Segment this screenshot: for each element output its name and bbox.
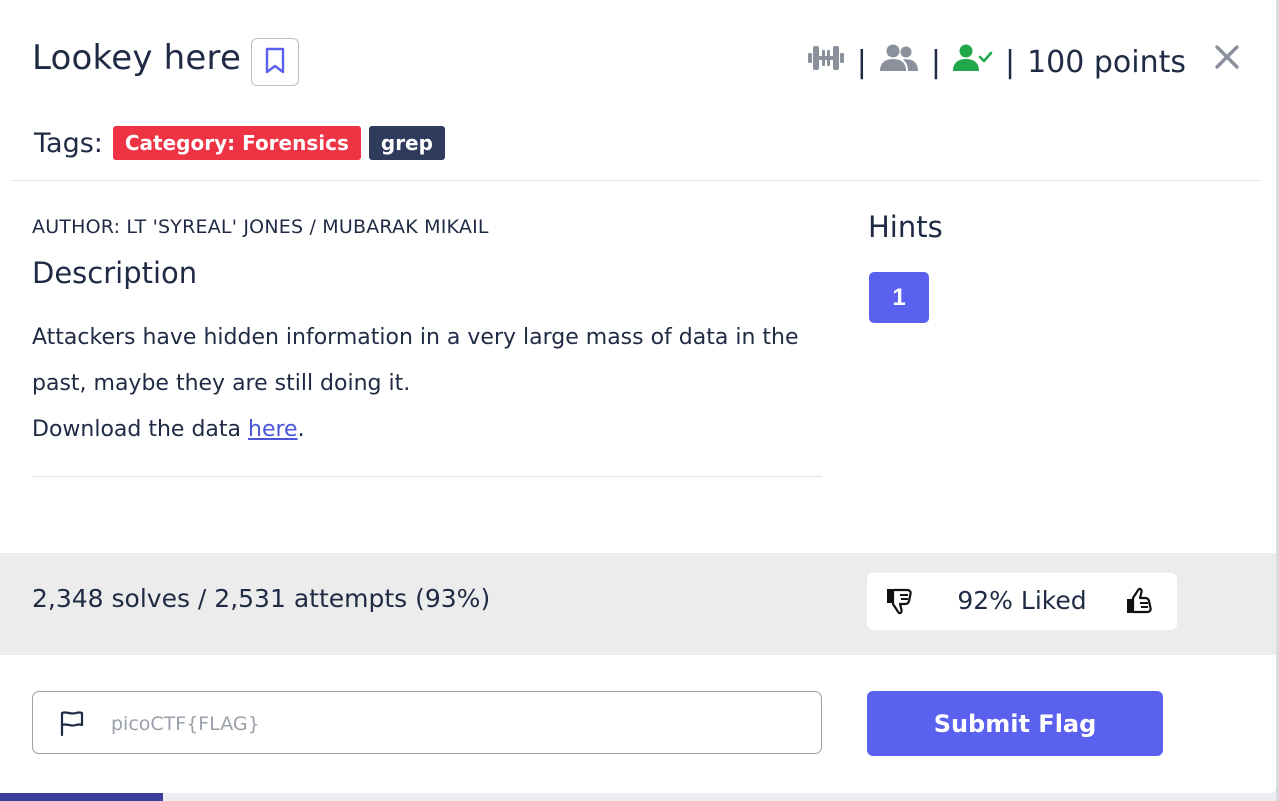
points-label: 100 points xyxy=(1027,44,1186,80)
challenge-meta: | | | 100 points xyxy=(807,42,1186,82)
tag-grep[interactable]: grep xyxy=(368,126,445,160)
description-heading: Description xyxy=(32,256,198,290)
barbell-icon xyxy=(807,44,845,80)
like-panel: 92% Liked xyxy=(867,573,1177,630)
tags-row: Tags: Category: Forensics grep xyxy=(34,126,445,160)
bookmark-icon xyxy=(264,47,286,78)
hints-heading: Hints xyxy=(868,210,943,244)
description-body: Attackers have hidden information in a v… xyxy=(32,315,822,453)
background-accent-bar xyxy=(0,793,163,801)
description-paragraph: Attackers have hidden information in a v… xyxy=(32,325,799,396)
users-icon xyxy=(879,43,919,81)
meta-separator: | xyxy=(1004,44,1016,80)
close-icon xyxy=(1214,44,1240,73)
flag-icon xyxy=(59,710,85,740)
thumbs-up-icon[interactable] xyxy=(1125,586,1155,620)
challenge-title: Lookey here xyxy=(32,38,242,78)
meta-separator: | xyxy=(856,44,867,80)
flag-field[interactable] xyxy=(32,691,822,754)
description-divider xyxy=(32,476,822,477)
user-check-icon xyxy=(952,43,993,81)
close-button[interactable] xyxy=(1211,42,1243,74)
hint-button-1[interactable]: 1 xyxy=(869,272,929,323)
challenge-modal: Lookey here | | | 100 points Tags: Categ… xyxy=(0,0,1276,793)
solves-stats: 2,348 solves / 2,531 attempts (93%) xyxy=(32,584,491,613)
bookmark-button[interactable] xyxy=(251,38,299,86)
author-line: AUTHOR: LT 'SYREAL' JONES / MUBARAK MIKA… xyxy=(32,216,489,238)
tags-label: Tags: xyxy=(34,127,103,159)
download-line: Download the data here. xyxy=(32,407,822,453)
download-link[interactable]: here xyxy=(248,417,298,442)
tag-category[interactable]: Category: Forensics xyxy=(112,126,361,160)
meta-separator: | xyxy=(930,44,941,80)
flag-input[interactable] xyxy=(109,702,803,746)
download-suffix: . xyxy=(297,417,305,442)
header-divider xyxy=(10,180,1262,181)
submit-flag-button[interactable]: Submit Flag xyxy=(867,691,1163,756)
download-prefix: Download the data xyxy=(32,417,248,442)
